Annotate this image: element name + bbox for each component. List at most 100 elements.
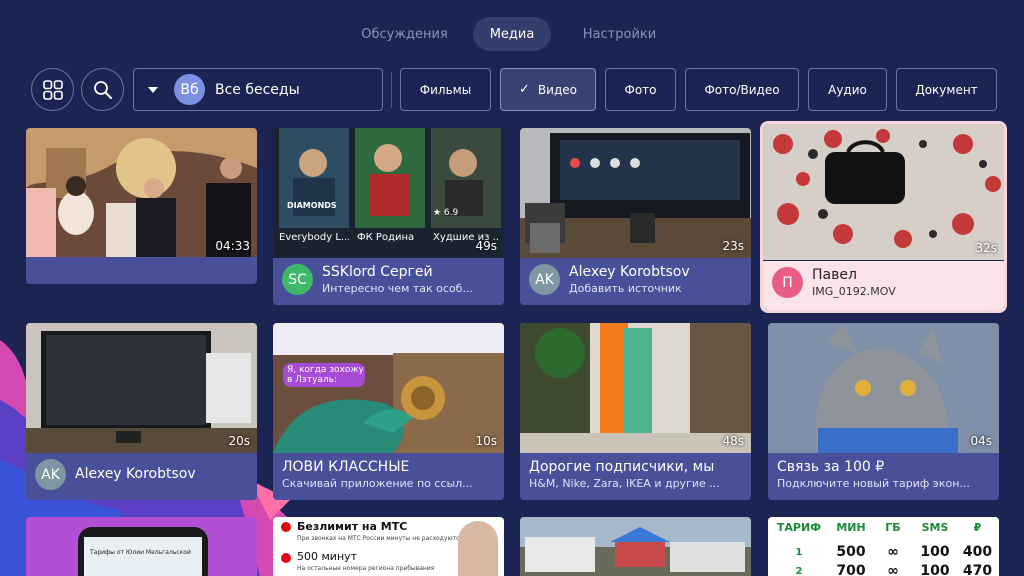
avatar: SC — [282, 264, 313, 295]
person-image — [458, 521, 498, 576]
video-duration: 23s — [722, 239, 744, 253]
thumb-text: 500 минут — [297, 550, 358, 563]
chip-document[interactable]: Документ — [896, 68, 997, 111]
chip-video-label: Видео — [537, 82, 577, 97]
tab-discussions[interactable]: Обсуждения — [348, 17, 461, 51]
tab-settings[interactable]: Настройки — [563, 17, 676, 51]
tariff-cell: ∞ — [887, 544, 899, 560]
media-caption: Интересно чем так особ... — [322, 282, 473, 295]
video-duration: 20s — [228, 434, 250, 448]
tariff-row: 2 700 ∞ 100 470 — [768, 563, 999, 576]
media-caption: IMG_0192.MOV — [812, 285, 896, 298]
video-duration: 49s — [475, 239, 497, 253]
media-card-focused[interactable]: 32s П Павел IMG_0192.MOV — [763, 124, 1004, 310]
brand-dot-icon — [281, 553, 291, 563]
thumb-text: DIAMONDS — [287, 201, 337, 210]
media-info: Связь за 100 ₽ Подключите новый тариф эк… — [768, 453, 999, 500]
video-thumbnail — [26, 517, 257, 576]
tariff-header: ТАРИФ — [776, 521, 822, 534]
media-card[interactable]: 20s AK Alexey Korobtsov — [26, 323, 257, 500]
avatar: AK — [35, 459, 66, 490]
media-info: П Павел IMG_0192.MOV — [763, 261, 1004, 310]
media-card[interactable]: 48s Дорогие подписчики, мы H&M, Nike, Za… — [520, 323, 751, 500]
thumb-text: Everybody L... — [279, 232, 349, 243]
media-info: SC SSKlord Сергей Интересно чем так особ… — [273, 258, 504, 305]
caret-down-icon — [148, 86, 158, 93]
author-name: Дорогие подписчики, мы — [529, 459, 715, 475]
author-name: Alexey Korobtsov — [569, 264, 690, 280]
video-thumbnail: Я, когда зохожу в Лэтуаль: 10s — [273, 323, 504, 453]
brand-dot-icon — [281, 522, 291, 532]
author-name: ЛОВИ КЛАССНЫЕ — [282, 459, 410, 475]
tariff-cell: 100 — [920, 544, 950, 560]
media-info: Дорогие подписчики, мы H&M, Nike, Zara, … — [520, 453, 751, 500]
author-name: Павел — [812, 267, 857, 283]
top-tabs: Обсуждения Медиа Настройки — [0, 17, 1024, 51]
video-duration: 48s — [722, 434, 744, 448]
media-card[interactable]: 04:33 — [26, 128, 257, 284]
media-caption: Подключите новый тариф экон... — [777, 477, 970, 490]
author-name: SSKlord Сергей — [322, 264, 433, 280]
check-icon: ✓ — [519, 82, 530, 97]
thumb-text: Я, когда зохожу в Лэтуаль: — [287, 365, 364, 385]
media-info: AK Alexey Korobtsov Добавить источник — [520, 258, 751, 305]
tariff-cell: 470 — [962, 563, 993, 576]
grid-view-button[interactable] — [31, 68, 74, 111]
tariff-header-row: ТАРИФ МИН ГБ SMS ₽ — [768, 521, 999, 534]
chip-photo-video[interactable]: Фото/Видео — [685, 68, 799, 111]
thumb-text: ★ 6.9 — [433, 208, 459, 218]
chat-filter-label: Все беседы — [215, 81, 300, 98]
media-card[interactable]: Тарифы от Юлии Мельгальской — [26, 517, 257, 576]
media-caption: Добавить источник — [569, 282, 682, 295]
tab-media[interactable]: Медиа — [473, 17, 551, 51]
chip-films[interactable]: Фильмы — [400, 68, 491, 111]
media-card[interactable] — [520, 517, 751, 576]
video-thumbnail: 48s — [520, 323, 751, 453]
tariff-cell: ∞ — [887, 563, 899, 576]
video-thumbnail: 23s — [520, 128, 751, 258]
chip-photo[interactable]: Фото — [605, 68, 676, 111]
tariff-cell: 100 — [920, 563, 950, 576]
video-thumbnail: DIAMONDS ★ 6.9 Everybody L... ФК Родина … — [273, 128, 504, 258]
avatar: AK — [529, 264, 560, 295]
tariff-cell: 400 — [962, 544, 993, 560]
toolbar-divider — [391, 71, 392, 108]
media-card[interactable]: 04s Связь за 100 ₽ Подключите новый тари… — [768, 323, 999, 500]
avatar: П — [772, 267, 803, 298]
thumb-text: ФК Родина — [357, 232, 415, 243]
tariff-cell: 1 — [795, 546, 803, 558]
video-duration: 10s — [475, 434, 497, 448]
media-caption: H&M, Nike, Zara, IKEA и другие ... — [529, 477, 720, 490]
search-icon — [93, 80, 112, 99]
chat-filter-dropdown[interactable]: Вб Все беседы — [133, 68, 383, 111]
video-thumbnail: 04s — [768, 323, 999, 453]
media-card[interactable]: Безлимит на МТС При звонках на МТС Росси… — [273, 517, 504, 576]
chat-filter-avatar: Вб — [174, 74, 205, 105]
tariff-cell: 500 — [836, 544, 866, 560]
media-caption: Скачивай приложение по ссыл... — [282, 477, 473, 490]
video-duration: 04s — [970, 434, 992, 448]
video-thumbnail: 04:33 — [26, 128, 257, 258]
search-button[interactable] — [81, 68, 124, 111]
tariff-row: 1 500 ∞ 100 400 — [768, 544, 999, 560]
thumb-text: Безлимит на МТС — [297, 520, 408, 533]
media-card[interactable]: ТАРИФ МИН ГБ SMS ₽ 1 500 ∞ 100 400 2 700… — [768, 517, 999, 576]
tariff-header: МИН — [836, 521, 866, 534]
media-card[interactable]: 23s AK Alexey Korobtsov Добавить источни… — [520, 128, 751, 305]
author-name: Связь за 100 ₽ — [777, 459, 885, 475]
tariff-header: ₽ — [973, 521, 982, 534]
chip-video[interactable]: ✓ Видео — [500, 68, 596, 111]
video-thumbnail: 32s — [763, 124, 1004, 260]
media-card[interactable]: DIAMONDS ★ 6.9 Everybody L... ФК Родина … — [273, 128, 504, 305]
tariff-header: ГБ — [885, 521, 901, 534]
thumb-text: Тарифы от Юлии Мельгальской — [90, 549, 191, 556]
tariff-header: SMS — [921, 521, 949, 534]
video-thumbnail — [520, 517, 751, 576]
author-name: Alexey Korobtsov — [75, 465, 196, 482]
chip-audio[interactable]: Аудио — [808, 68, 887, 111]
media-info: ЛОВИ КЛАССНЫЕ Скачивай приложение по ссы… — [273, 453, 504, 500]
video-duration: 04:33 — [215, 239, 250, 253]
media-card[interactable]: Я, когда зохожу в Лэтуаль: 10s ЛОВИ КЛАС… — [273, 323, 504, 500]
media-info: AK Alexey Korobtsov — [26, 453, 257, 500]
filter-toolbar: Вб Все беседы Фильмы ✓ Видео Фото Фото/В… — [31, 68, 997, 111]
